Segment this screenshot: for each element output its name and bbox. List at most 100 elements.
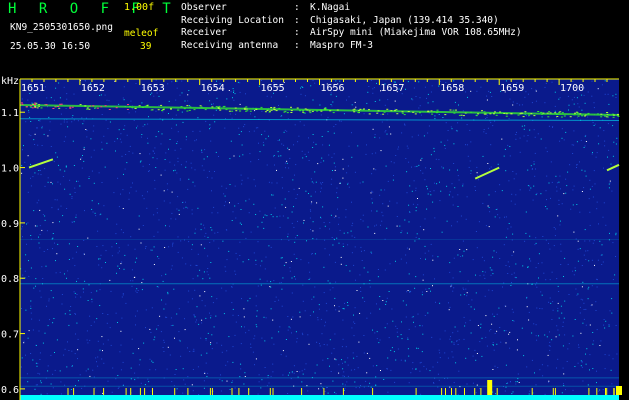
noise-dot xyxy=(535,324,537,326)
noise-dot xyxy=(191,209,193,211)
noise-dot xyxy=(161,299,162,301)
noise-dot xyxy=(564,257,566,259)
noise-dot xyxy=(193,314,195,316)
noise-dot xyxy=(226,380,228,382)
noise-dot xyxy=(370,312,372,314)
noise-dot xyxy=(226,98,228,100)
noise-dot xyxy=(347,375,349,377)
noise-dot xyxy=(457,254,459,256)
noise-dot xyxy=(476,90,478,92)
noise-dot xyxy=(366,372,368,374)
noise-dot xyxy=(120,344,122,346)
carrier-dot xyxy=(573,114,576,116)
noise-dot xyxy=(195,264,197,266)
noise-dot xyxy=(359,274,361,276)
noise-dot xyxy=(47,370,49,372)
noise-dot xyxy=(551,319,553,320)
noise-dot xyxy=(56,199,58,201)
noise-dot xyxy=(567,263,569,265)
noise-dot xyxy=(417,204,419,206)
noise-dot xyxy=(308,193,309,194)
noise-dot xyxy=(69,193,71,195)
noise-dot xyxy=(140,382,142,384)
noise-dot xyxy=(473,308,475,310)
noise-dot xyxy=(282,350,284,352)
noise-dot xyxy=(572,335,574,337)
noise-dot xyxy=(77,349,79,351)
noise-dot xyxy=(603,202,605,204)
noise-dot xyxy=(582,299,584,301)
noise-dot xyxy=(376,331,378,333)
noise-dot xyxy=(486,345,488,347)
noise-dot xyxy=(310,178,312,180)
noise-dot xyxy=(327,131,329,133)
noise-dot xyxy=(549,341,551,343)
noise-dot xyxy=(318,304,320,306)
noise-dot xyxy=(462,255,464,257)
noise-dot xyxy=(249,153,251,155)
noise-dot xyxy=(590,305,592,307)
noise-dot xyxy=(205,338,207,339)
noise-dot xyxy=(421,157,423,159)
noise-dot xyxy=(288,167,290,169)
noise-dot xyxy=(278,105,279,106)
noise-dot xyxy=(235,273,237,275)
noise-dot xyxy=(347,232,349,234)
noise-dot xyxy=(460,256,462,257)
noise-dot xyxy=(331,352,333,354)
noise-dot xyxy=(114,80,116,82)
noise-dot xyxy=(327,392,329,394)
noise-dot xyxy=(162,347,164,348)
noise-dot xyxy=(571,144,573,146)
noise-dot xyxy=(134,372,136,374)
noise-dot xyxy=(158,105,160,107)
noise-dot xyxy=(603,319,605,320)
noise-dot xyxy=(209,124,211,126)
noise-dot xyxy=(59,370,61,372)
noise-dot xyxy=(141,134,143,135)
noise-dot xyxy=(400,232,402,234)
noise-dot xyxy=(492,313,494,315)
noise-dot xyxy=(363,352,365,354)
noise-dot xyxy=(107,314,109,315)
noise-dot xyxy=(421,291,423,293)
noise-dot xyxy=(420,258,421,259)
noise-dot xyxy=(307,151,309,153)
noise-dot xyxy=(507,144,509,146)
noise-dot xyxy=(577,248,579,250)
noise-dot xyxy=(241,326,242,328)
noise-dot xyxy=(545,82,547,84)
noise-dot xyxy=(222,240,224,242)
noise-dot xyxy=(118,206,120,208)
noise-dot xyxy=(40,174,42,176)
noise-dot xyxy=(569,164,571,166)
noise-dot xyxy=(147,137,148,139)
carrier-dot xyxy=(377,110,380,112)
noise-dot xyxy=(172,324,174,326)
noise-dot xyxy=(232,97,233,99)
noise-dot xyxy=(107,128,109,130)
noise-dot xyxy=(597,259,599,261)
noise-dot xyxy=(320,383,322,385)
noise-dot xyxy=(23,340,25,342)
noise-dot xyxy=(555,228,556,230)
noise-dot xyxy=(265,138,267,140)
noise-dot xyxy=(97,356,99,358)
noise-dot xyxy=(143,342,145,344)
carrier-dot xyxy=(499,111,502,113)
noise-dot xyxy=(350,230,352,232)
noise-dot xyxy=(370,80,372,81)
noise-dot xyxy=(134,379,136,381)
noise-dot xyxy=(526,297,528,299)
noise-dot xyxy=(27,381,29,383)
noise-dot xyxy=(534,244,536,246)
carrier-dot xyxy=(249,110,252,112)
noise-dot xyxy=(74,313,76,314)
noise-dot xyxy=(559,175,561,177)
carrier-dot xyxy=(353,111,356,113)
noise-dot xyxy=(257,226,259,228)
carrier-dot xyxy=(617,113,619,115)
baseline-spike xyxy=(125,388,127,395)
noise-dot xyxy=(200,337,202,339)
noise-dot xyxy=(602,261,604,263)
